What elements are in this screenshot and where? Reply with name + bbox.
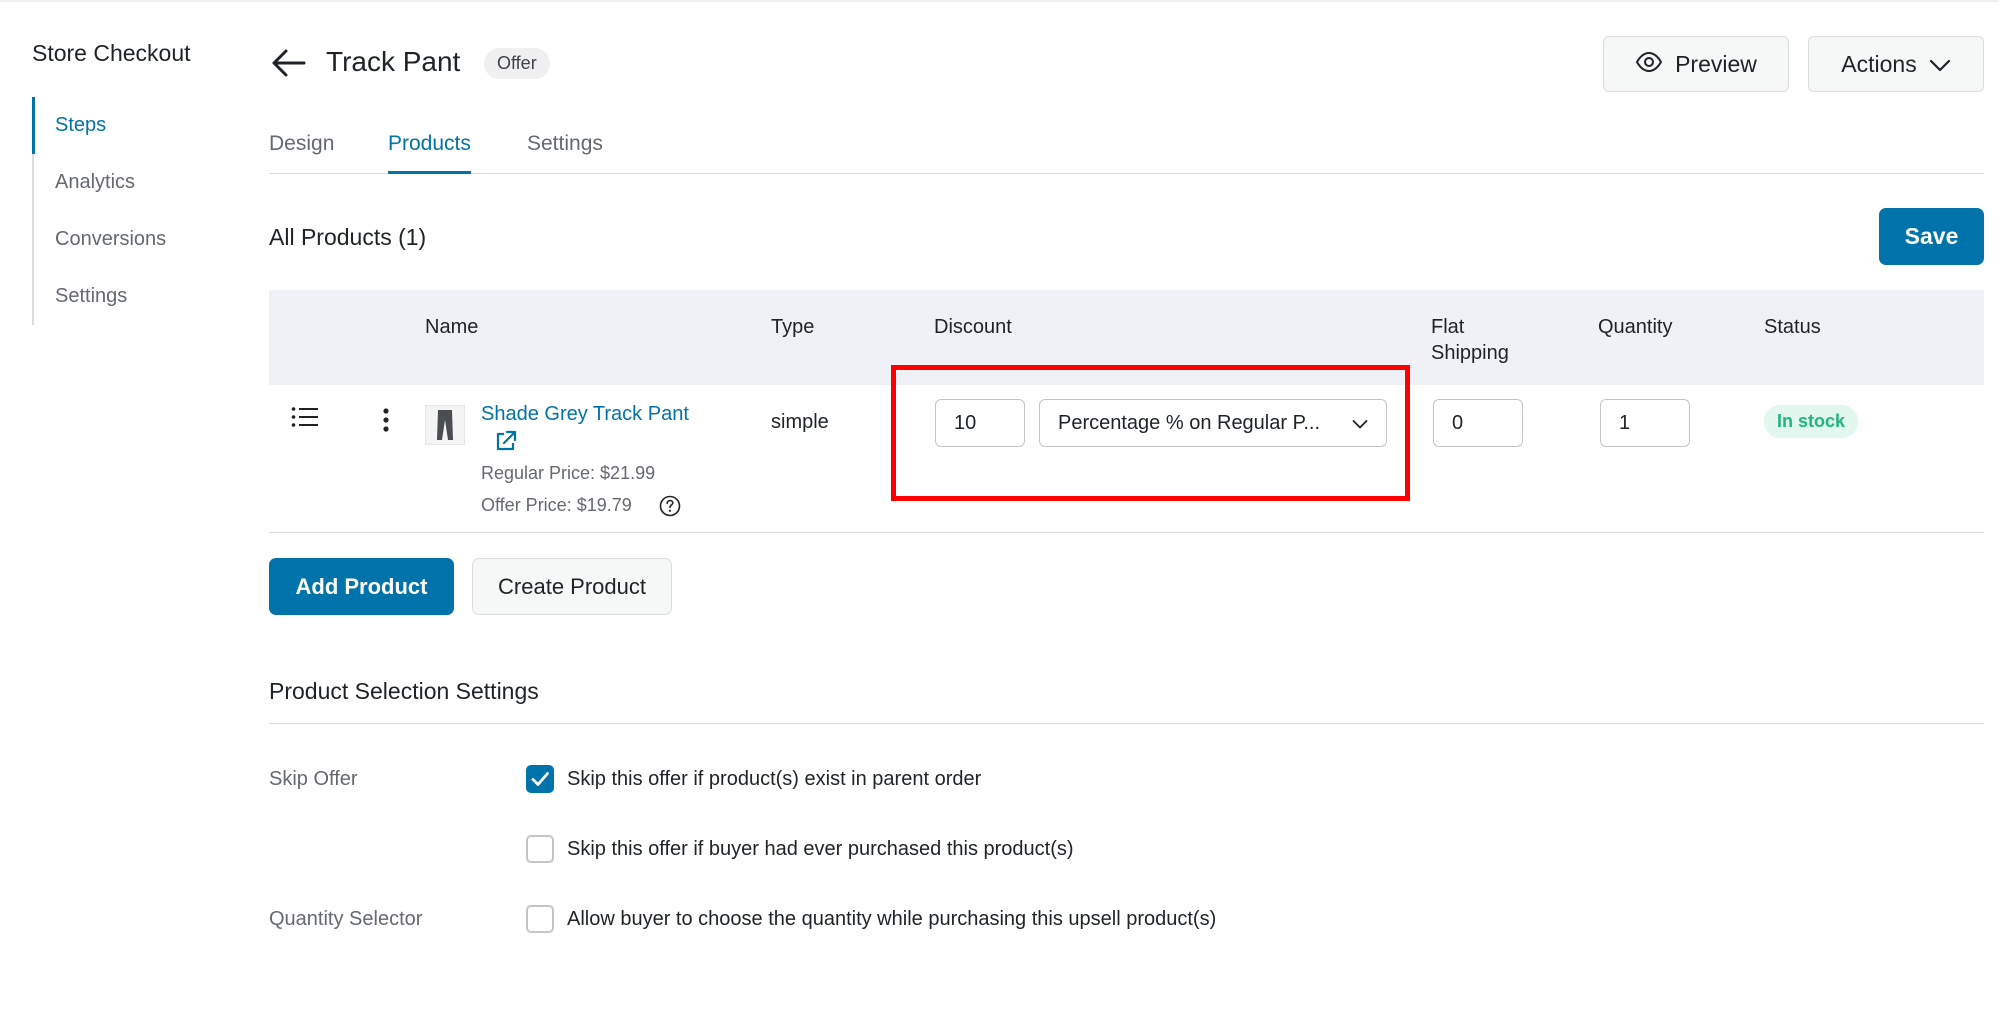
column-status: Status	[1764, 316, 1821, 338]
tab-products[interactable]: Products	[388, 132, 471, 174]
skip-parent-order-label: Skip this offer if product(s) exist in p…	[567, 768, 982, 790]
tab-design[interactable]: Design	[269, 132, 334, 174]
more-options-icon[interactable]	[381, 407, 391, 433]
sidebar-title: Store Checkout	[32, 40, 191, 66]
column-flat-shipping: Flat Shipping	[1431, 316, 1509, 364]
sidebar-item-settings[interactable]: Settings	[32, 268, 232, 325]
column-discount: Discount	[934, 316, 1012, 338]
checkmark-icon	[531, 772, 549, 786]
product-name-link[interactable]: Shade Grey Track Pant	[481, 403, 689, 426]
skip-parent-order-checkbox[interactable]	[526, 765, 554, 793]
actions-dropdown[interactable]: Actions	[1808, 36, 1984, 92]
page-title: Track Pant	[326, 46, 461, 77]
column-name: Name	[425, 316, 479, 338]
step-type-badge: Offer	[484, 48, 550, 79]
status-badge: In stock	[1764, 405, 1859, 438]
preview-label: Preview	[1675, 50, 1757, 77]
quantity-input[interactable]: 1	[1600, 399, 1690, 447]
help-icon[interactable]	[659, 495, 681, 517]
top-divider	[0, 0, 1999, 2]
skip-ever-purchased-checkbox[interactable]	[526, 835, 554, 863]
create-product-button[interactable]: Create Product	[472, 558, 672, 615]
sidebar: Store Checkout Steps Analytics Conversio…	[32, 40, 232, 325]
external-link-icon[interactable]	[494, 429, 518, 453]
tab-settings[interactable]: Settings	[527, 132, 603, 174]
allow-quantity-checkbox[interactable]	[526, 905, 554, 933]
skip-offer-label: Skip Offer	[269, 768, 358, 790]
sidebar-menu: Steps Analytics Conversions Settings	[32, 97, 232, 325]
tab-bar: Design Products Settings	[269, 132, 1984, 174]
sidebar-item-analytics[interactable]: Analytics	[32, 154, 232, 211]
sidebar-item-conversions[interactable]: Conversions	[32, 211, 232, 268]
save-button[interactable]: Save	[1879, 208, 1984, 265]
add-product-button[interactable]: Add Product	[269, 558, 454, 615]
actions-label: Actions	[1841, 50, 1917, 77]
product-thumbnail	[425, 405, 465, 445]
regular-price: Regular Price: $21.99	[481, 463, 656, 483]
product-selection-settings-title: Product Selection Settings	[269, 678, 539, 704]
flat-shipping-input[interactable]: 0	[1433, 399, 1523, 447]
column-quantity: Quantity	[1598, 316, 1673, 338]
product-type: simple	[771, 411, 829, 433]
preview-button[interactable]: Preview	[1603, 36, 1789, 92]
allow-quantity-label: Allow buyer to choose the quantity while…	[567, 908, 1217, 930]
column-type: Type	[771, 316, 815, 338]
section-divider	[269, 723, 1984, 724]
sidebar-item-steps[interactable]: Steps	[32, 97, 232, 154]
all-products-title: All Products (1)	[269, 224, 427, 250]
discount-highlight-box	[891, 365, 1410, 501]
skip-ever-purchased-label: Skip this offer if buyer had ever purcha…	[567, 838, 1074, 860]
chevron-down-icon	[1929, 51, 1951, 78]
back-arrow-icon[interactable]	[268, 46, 308, 80]
eye-icon	[1635, 51, 1663, 78]
drag-handle-icon[interactable]	[291, 405, 319, 429]
offer-price: Offer Price: $19.79	[481, 495, 632, 515]
quantity-selector-label: Quantity Selector	[269, 908, 423, 930]
